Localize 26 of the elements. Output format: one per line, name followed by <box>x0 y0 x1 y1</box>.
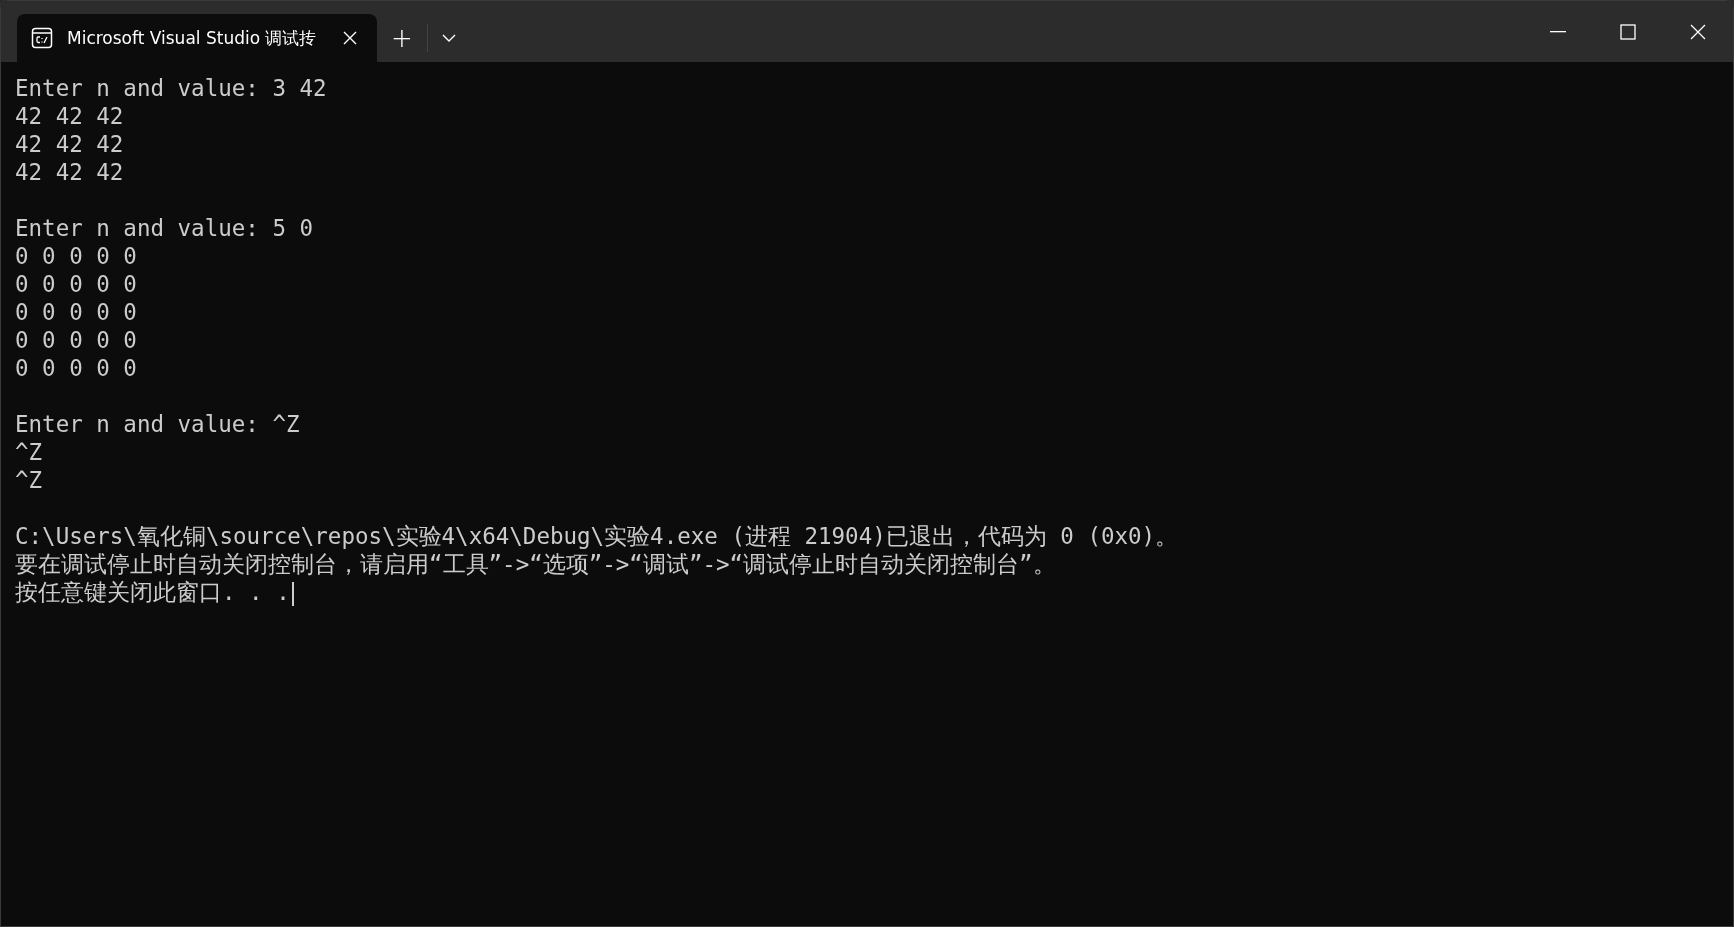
text-cursor <box>291 581 294 606</box>
console-line: C:\Users\氧化铜\source\repos\实验4\x64\Debug\实验4.exe (进程 21904)已退出，代码为 0 (0x0)。 <box>15 523 1179 549</box>
console-line: 42 42 42 <box>15 131 124 157</box>
console-line: 0 0 0 0 0 <box>15 355 137 381</box>
console-line: 0 0 0 0 0 <box>15 271 137 297</box>
console-line: 0 0 0 0 0 <box>15 327 137 353</box>
console-line: 0 0 0 0 0 <box>15 299 137 325</box>
new-tab-button[interactable]: + <box>377 14 427 62</box>
maximize-icon <box>1620 23 1636 40</box>
tab-title: Microsoft Visual Studio 调试抟 <box>67 26 318 50</box>
console-line: Enter n and value: 3 42 <box>15 75 327 101</box>
close-icon <box>1690 23 1706 40</box>
console-line: Enter n and value: ^Z <box>15 411 300 437</box>
console-line: 要在调试停止时自动关闭控制台，请启用“工具”->“选项”->“调试”->“调试停止时自动关闭控制台”。 <box>15 551 1056 577</box>
chevron-down-icon <box>441 34 456 42</box>
console-line: ^Z <box>15 467 43 493</box>
close-icon <box>343 31 357 45</box>
console-line: ^Z <box>15 439 43 465</box>
terminal-tab[interactable]: Microsoft Visual Studio 调试抟 <box>17 14 377 62</box>
console-line: Enter n and value: 5 0 <box>15 215 313 241</box>
console-line: 按任意键关闭此窗口. . . <box>15 579 290 605</box>
console-line: 0 0 0 0 0 <box>15 243 137 269</box>
console-line: 42 42 42 <box>15 159 124 185</box>
console-line: 42 42 42 <box>15 103 124 129</box>
console-icon <box>31 27 53 49</box>
minimize-icon <box>1550 30 1566 33</box>
